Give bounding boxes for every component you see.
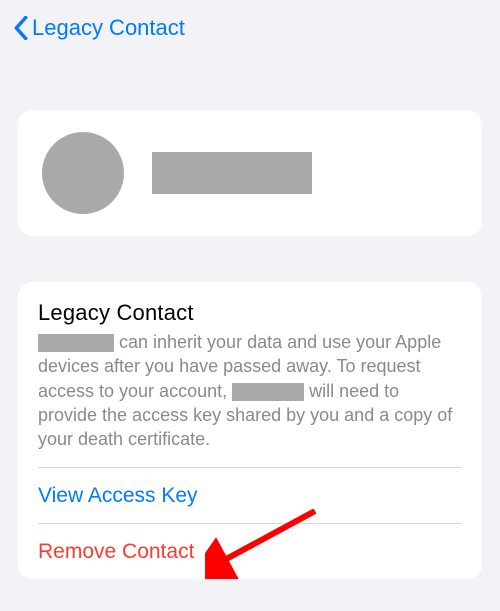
contact-name-redacted xyxy=(152,152,312,194)
section-title: Legacy Contact xyxy=(38,300,462,326)
name-redacted-inline xyxy=(232,383,304,401)
view-access-key-button[interactable]: View Access Key xyxy=(38,468,462,523)
remove-contact-button[interactable]: Remove Contact xyxy=(38,524,462,579)
chevron-left-icon xyxy=(10,13,32,43)
back-label: Legacy Contact xyxy=(32,15,185,41)
contact-card xyxy=(18,110,482,236)
avatar xyxy=(42,132,124,214)
legacy-contact-detail-card: Legacy Contact can inherit your data and… xyxy=(18,282,482,579)
nav-bar: Legacy Contact xyxy=(0,0,500,56)
remove-contact-label: Remove Contact xyxy=(38,540,194,564)
section-description: can inherit your data and use your Apple… xyxy=(38,330,462,467)
name-redacted-inline xyxy=(38,334,114,352)
back-button[interactable]: Legacy Contact xyxy=(10,13,185,43)
view-access-key-label: View Access Key xyxy=(38,484,198,508)
